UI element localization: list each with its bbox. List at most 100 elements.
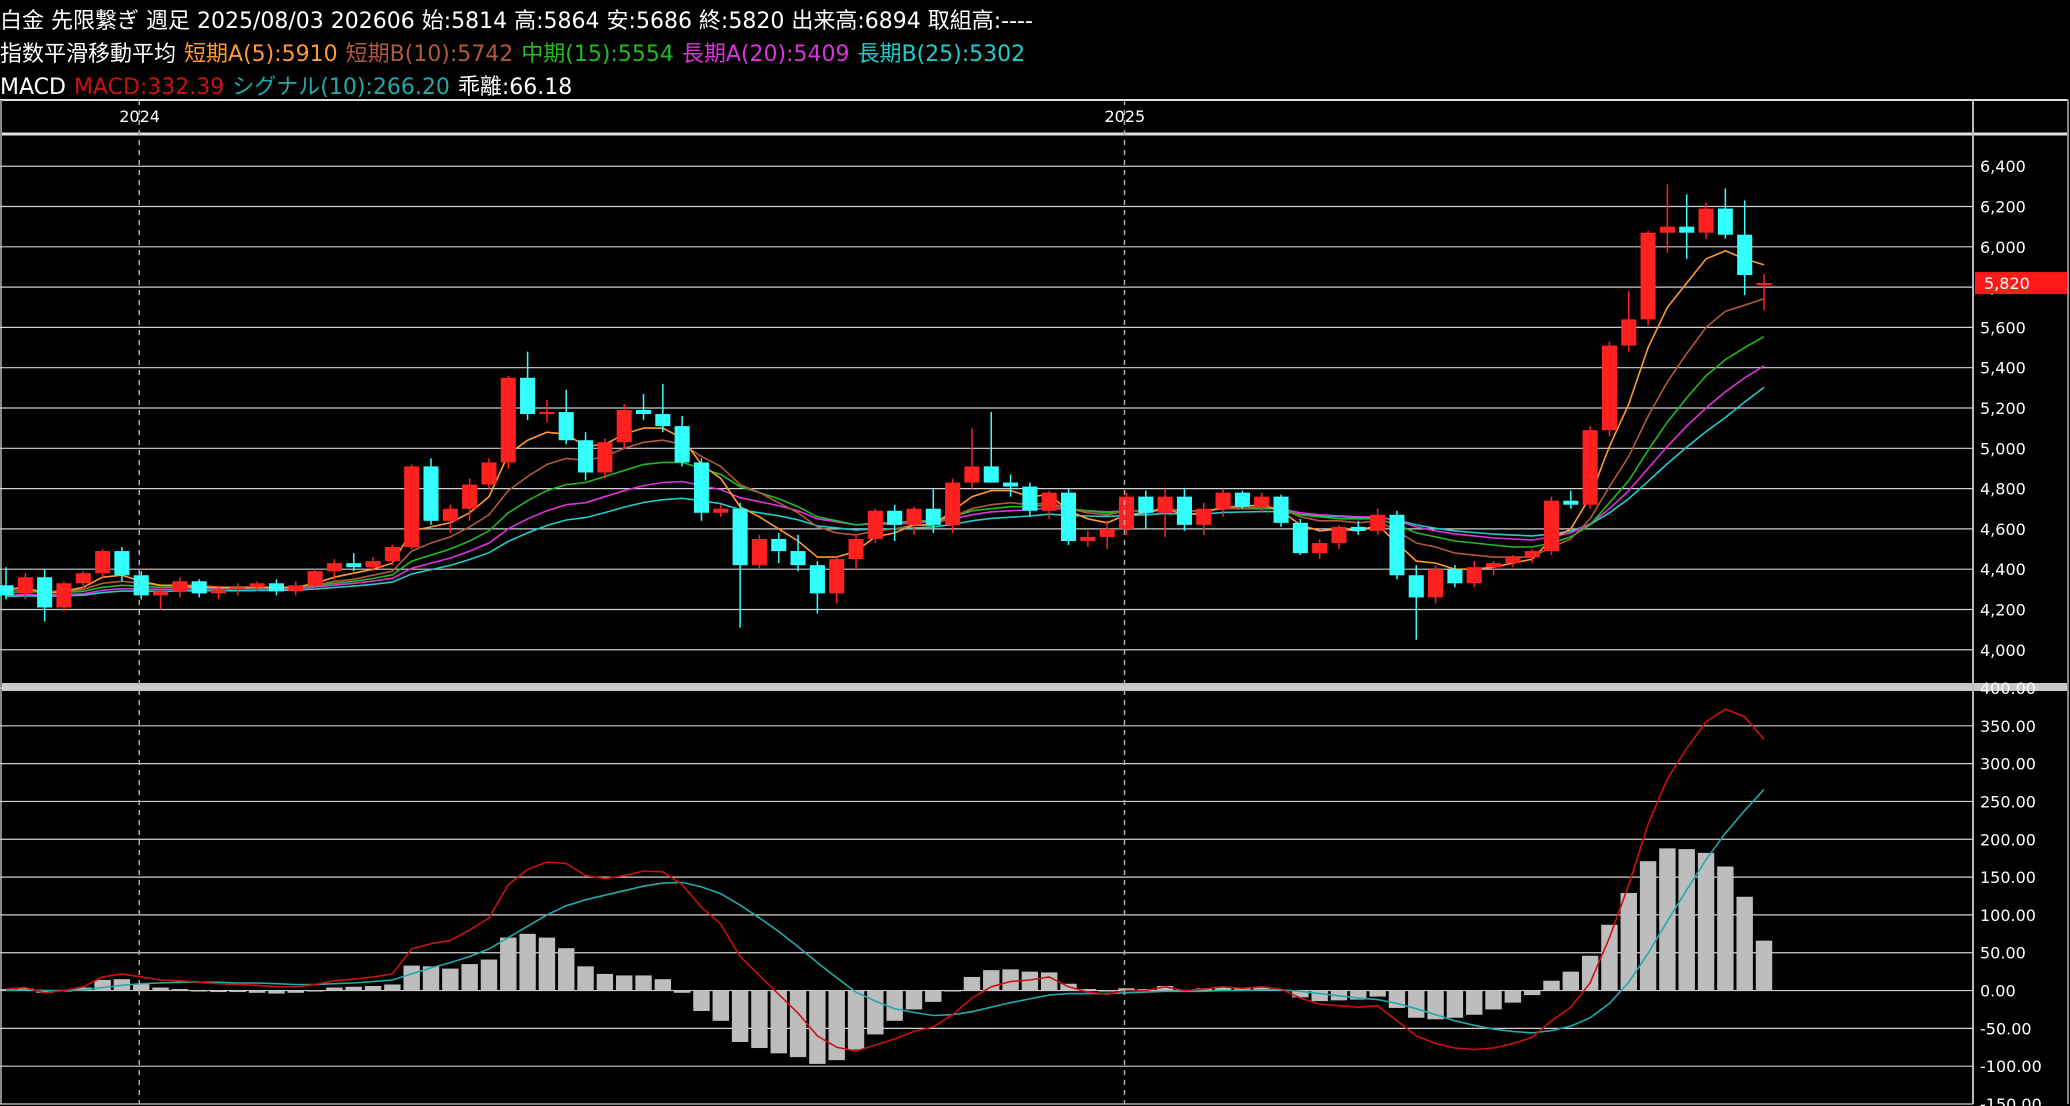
candle-body (732, 508, 748, 566)
macd-histogram-bar (596, 973, 614, 991)
candle-body (1370, 514, 1386, 531)
candle-body (1563, 500, 1579, 505)
candle-body (790, 551, 806, 566)
candle-body (867, 510, 883, 539)
candle-body (1428, 569, 1444, 598)
candle-body (1215, 492, 1231, 509)
macd-histogram (0, 848, 1773, 1064)
candle-body (500, 377, 516, 463)
macd-histogram-bar (1717, 866, 1734, 991)
candle-body (1524, 551, 1540, 558)
candle-body (1157, 496, 1173, 513)
macd-histogram-bar (326, 987, 343, 991)
macd-tick-label: 250.00 (1980, 792, 2036, 811)
candle-body (1659, 226, 1675, 233)
candle-body (558, 412, 574, 441)
macd-histogram-bar (1620, 892, 1637, 991)
candle-body (616, 410, 632, 443)
candle-body (191, 581, 207, 594)
candle-body (37, 577, 53, 608)
candle-body (365, 561, 381, 568)
candle-body (1543, 500, 1560, 552)
macd-histogram-bar (789, 990, 807, 1058)
macd-histogram-bar (442, 968, 459, 991)
price-tick-label: 4,800 (1980, 480, 2026, 499)
ema-line-b10 (5, 298, 1765, 593)
macd-tick-label: -150.00 (1980, 1095, 2042, 1106)
macd-histogram-bar (519, 933, 536, 991)
macd-histogram-bar (306, 990, 324, 992)
candle-body (0, 585, 14, 596)
macd-axis: 400.00 350.00 300.00 250.00 200.00 150.00 100.… (1980, 679, 2042, 1106)
macd-histogram-bar (1697, 852, 1715, 991)
macd-tick-label: 400.00 (1980, 679, 2036, 698)
candle-body (481, 462, 497, 485)
candle-body (655, 414, 671, 427)
macd-histogram-bar (1639, 861, 1657, 991)
candles (0, 184, 1772, 640)
macd-histogram-bar (1562, 971, 1580, 991)
candle-body (539, 412, 555, 415)
macd-histogram-bar (828, 990, 845, 1061)
candle-body (1466, 567, 1482, 584)
macd-histogram-bar (1678, 849, 1695, 991)
macd-histogram-bar (1659, 848, 1676, 991)
price-tick-label: 5,400 (1980, 359, 2026, 378)
macd-histogram-bar (1543, 980, 1560, 991)
candle-body (1234, 492, 1250, 507)
chart-svg[interactable]: 4,000 4,200 4,400 4,600 4,800 5,000 5,200 5,400… (0, 0, 2070, 1106)
macd-histogram-bar (673, 990, 691, 993)
macd-histogram-bar (751, 990, 768, 1049)
macd-histogram-bar (384, 984, 401, 991)
candle-body (1505, 557, 1521, 564)
candle-body (462, 484, 478, 509)
macd-histogram-bar (345, 986, 362, 991)
macd-histogram-bar (731, 990, 749, 1042)
candle-body (1003, 482, 1019, 487)
candle-body (925, 508, 941, 525)
price-tick-label: 6,400 (1980, 157, 2026, 176)
candle-body (674, 426, 690, 463)
candle-body (404, 466, 420, 548)
macd-histogram-bar (712, 990, 730, 1021)
macd-histogram-bar (287, 990, 304, 993)
candle-body (384, 547, 400, 562)
macd-histogram-bar (461, 964, 478, 991)
macd-histogram-bar (944, 990, 961, 992)
macd-histogram-bar (1098, 990, 1116, 992)
price-grid (0, 165, 1973, 1105)
macd-tick-label: 200.00 (1980, 830, 2036, 849)
macd-histogram-bar (1369, 990, 1386, 997)
ema-line-la20 (5, 365, 1765, 597)
candle-body (1756, 283, 1772, 286)
macd-tick-label: -50.00 (1980, 1019, 2032, 1038)
macd-tick-label: 50.00 (1980, 944, 2026, 963)
candle-body (1060, 492, 1077, 541)
candle-body (1486, 563, 1502, 568)
macd-histogram-bar (905, 990, 923, 1010)
candle-body (56, 583, 72, 608)
candle-body (906, 508, 922, 525)
candle-body (1138, 496, 1154, 513)
macd-histogram-bar (190, 990, 208, 992)
price-tick-label: 5,600 (1980, 318, 2026, 337)
candle-body (326, 563, 342, 572)
macd-tick-label: 0.00 (1980, 982, 2016, 1001)
candle-body (1679, 226, 1695, 233)
candle-body (1408, 575, 1424, 598)
macd-histogram-bar (248, 990, 266, 993)
price-tick-label: 6,000 (1980, 238, 2026, 257)
candle-body (887, 510, 903, 525)
macd-histogram-bar (171, 989, 189, 991)
candle-body (1118, 496, 1135, 529)
macd-histogram-bar (1002, 969, 1019, 991)
candle-body (520, 377, 536, 415)
candle-body (1389, 514, 1405, 576)
macd-histogram-bar (1736, 896, 1753, 991)
candle-body (1022, 486, 1038, 511)
price-tick-label: 4,400 (1980, 560, 2026, 579)
candle-body (268, 583, 284, 592)
macd-histogram-bar (693, 990, 710, 1011)
macd-histogram-bar (403, 965, 420, 991)
macd-tick-label: 350.00 (1980, 717, 2036, 736)
